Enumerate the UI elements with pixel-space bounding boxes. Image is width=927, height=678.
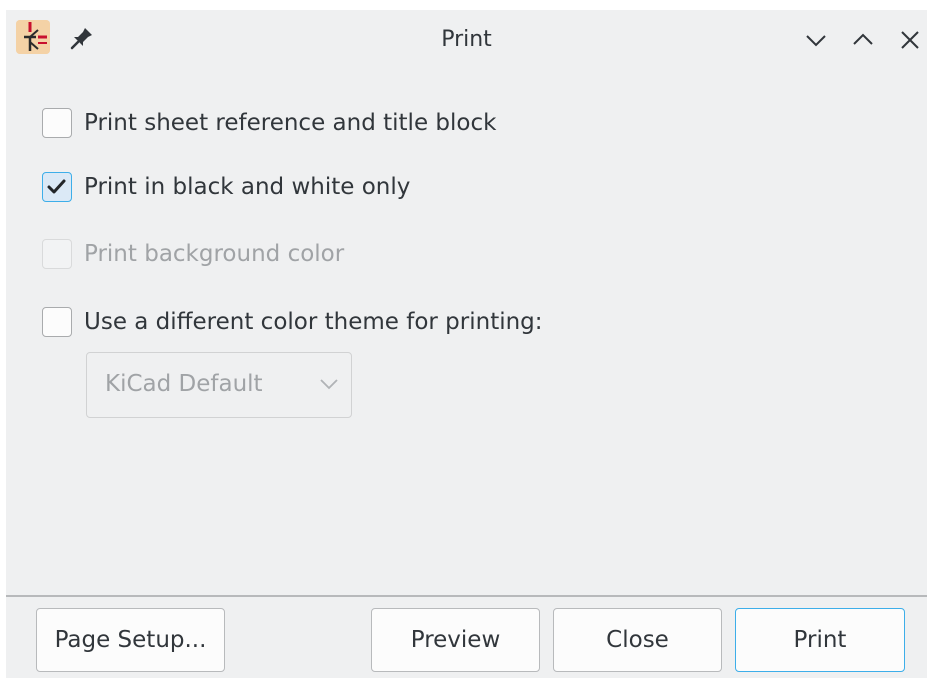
option-sheet-reference[interactable]: Print sheet reference and title block xyxy=(42,106,496,140)
option-color-theme[interactable]: Use a different color theme for printing… xyxy=(42,305,543,339)
color-theme-label[interactable]: Use a different color theme for printing… xyxy=(84,309,543,335)
chevron-down-icon xyxy=(806,35,826,47)
sheet-reference-checkbox[interactable] xyxy=(42,108,72,138)
option-background-color: Print background color xyxy=(42,237,344,271)
background-color-label: Print background color xyxy=(84,241,345,267)
print-button[interactable]: Print xyxy=(735,608,905,672)
close-button[interactable]: Close xyxy=(553,608,722,672)
sheet-reference-label[interactable]: Print sheet reference and title block xyxy=(84,110,496,136)
window-title: Print xyxy=(441,27,492,52)
chevron-up-icon xyxy=(853,33,873,45)
color-theme-select-value: KiCad Default xyxy=(105,371,263,397)
color-theme-checkbox[interactable] xyxy=(42,307,72,337)
checkmark-icon xyxy=(47,179,66,194)
black-white-checkbox[interactable] xyxy=(42,172,72,202)
title-bar[interactable]: Print xyxy=(6,10,927,70)
footer-separator xyxy=(6,595,927,597)
close-icon xyxy=(901,31,919,49)
maximize-button[interactable] xyxy=(848,25,878,55)
chevron-down-icon xyxy=(320,379,338,390)
option-black-white[interactable]: Print in black and white only xyxy=(42,170,410,204)
minimize-button[interactable] xyxy=(801,25,831,55)
preview-button[interactable]: Preview xyxy=(371,608,540,672)
background-color-checkbox xyxy=(42,239,72,269)
color-theme-select: KiCad Default xyxy=(86,352,352,418)
black-white-label[interactable]: Print in black and white only xyxy=(84,174,410,200)
page-setup-button[interactable]: Page Setup... xyxy=(36,608,225,672)
print-dialog: Print Print sheet reference and title bl… xyxy=(0,0,927,678)
close-window-button[interactable] xyxy=(895,25,925,55)
